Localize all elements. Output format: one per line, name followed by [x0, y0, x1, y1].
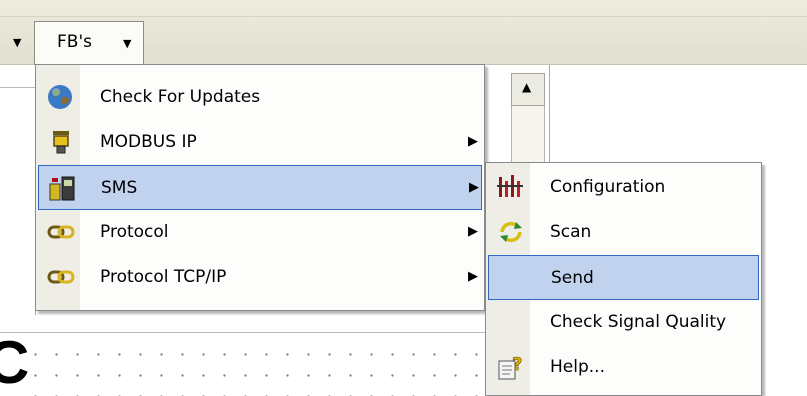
grid-separator [0, 332, 485, 333]
help-document-icon: ? [498, 354, 523, 380]
scan-arrows-icon [500, 221, 522, 243]
toolbar-dropdown-arrow-icon[interactable]: ▼ [13, 36, 21, 49]
submenu-item-scan[interactable]: Scan [488, 210, 759, 255]
menu-item-check-for-updates[interactable]: Check For Updates [38, 75, 482, 120]
submenu-arrow-icon: ▶ [469, 180, 479, 195]
submenu-item-configuration[interactable]: Configuration [488, 165, 759, 210]
submenu-item-help[interactable]: ? Help... [488, 345, 759, 390]
panel-edge [0, 87, 35, 88]
fbs-menu-button[interactable]: FB's ▼ [34, 21, 144, 65]
toolbar: ▼ FB's ▼ [0, 0, 807, 65]
submenu-arrow-icon: ▶ [468, 134, 478, 149]
menu-item-modbus-ip[interactable]: MODBUS IP ▶ [38, 120, 482, 165]
submenu-arrow-icon: ▶ [468, 224, 478, 239]
link-chain-icon [47, 270, 75, 284]
menu-item-label: Send [551, 268, 594, 288]
submenu-item-check-signal-quality[interactable]: Check Signal Quality [488, 300, 759, 345]
menu-item-label: Scan [550, 222, 592, 242]
menu-item-label: SMS [101, 178, 138, 198]
scrollbar-track[interactable] [511, 106, 545, 166]
svg-text:?: ? [512, 354, 522, 375]
menu-item-label: Protocol [100, 222, 169, 242]
toolbar-divider [0, 16, 807, 17]
submenu-item-send[interactable]: Send [488, 255, 759, 300]
chevron-down-icon: ▼ [123, 37, 132, 50]
menu-item-label: Check Signal Quality [550, 312, 727, 332]
menu-item-protocol-tcp-ip[interactable]: Protocol TCP/IP ▶ [38, 255, 482, 300]
menu-item-label: Configuration [550, 177, 666, 197]
scroll-up-arrow-icon: ▲ [522, 80, 532, 94]
config-bars-icon [497, 175, 523, 197]
scroll-up-button[interactable]: ▲ [511, 73, 545, 106]
sms-phone-icon [49, 176, 75, 201]
partial-logo-icon: C [0, 329, 30, 396]
fbs-menu-label: FB's [57, 32, 92, 52]
fbs-dropdown-menu: Check For Updates MODBUS IP ▶ SMS ▶ Prot… [35, 64, 485, 311]
menu-item-label: Check For Updates [100, 87, 261, 107]
dotted-grid [25, 344, 485, 396]
submenu-arrow-icon: ▶ [468, 269, 478, 284]
panel-edge-vertical-right [549, 65, 550, 162]
modbus-device-icon [53, 131, 69, 154]
menu-item-label: MODBUS IP [100, 132, 197, 152]
menu-item-sms[interactable]: SMS ▶ [38, 165, 482, 210]
globe-icon [48, 85, 72, 109]
menu-item-label: Help... [550, 357, 605, 377]
link-chain-icon [47, 225, 75, 239]
menu-item-label: Protocol TCP/IP [100, 267, 227, 287]
sms-submenu: Configuration Scan Send Check Signal Qua… [485, 162, 762, 396]
menu-item-protocol[interactable]: Protocol ▶ [38, 210, 482, 255]
